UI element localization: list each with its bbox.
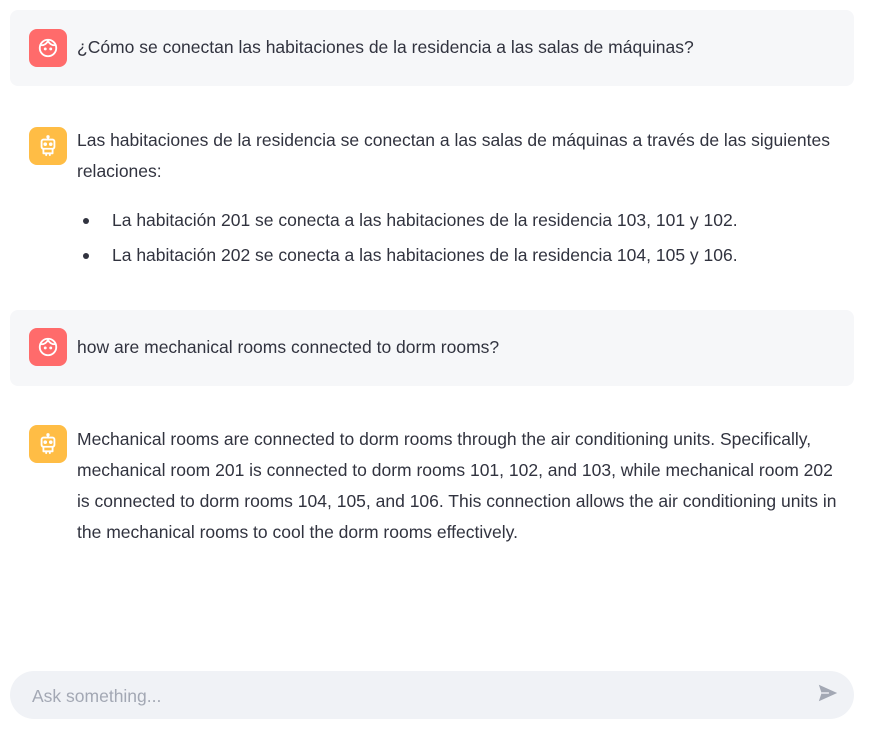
message-text: Mechanical rooms are connected to dorm r…: [77, 424, 844, 548]
user-face-icon: [37, 37, 59, 59]
message-text: Las habitaciones de la residencia se con…: [77, 125, 844, 273]
send-button[interactable]: [816, 683, 840, 707]
chat-page: ¿Cómo se conectan las habitaciones de la…: [0, 0, 872, 738]
message-content: ¿Cómo se conectan las habitaciones de la…: [77, 37, 694, 57]
user-avatar: [29, 328, 67, 366]
message-content: Mechanical rooms are connected to dorm r…: [77, 429, 837, 542]
user-message: how are mechanical rooms connected to do…: [10, 310, 854, 386]
user-message: ¿Cómo se conectan las habitaciones de la…: [10, 10, 854, 86]
message-content: how are mechanical rooms connected to do…: [77, 337, 500, 357]
message-bullet-list: La habitación 201 se conecta a las habit…: [77, 203, 844, 273]
assistant-message: Las habitaciones de la residencia se con…: [10, 110, 854, 280]
assistant-message: Mechanical rooms are connected to dorm r…: [10, 410, 854, 560]
robot-icon: [37, 135, 59, 157]
user-face-icon: [37, 336, 59, 358]
message-content: Las habitaciones de la residencia se con…: [77, 130, 830, 181]
send-icon: [817, 682, 839, 709]
chat-input-bar: [10, 671, 854, 721]
chat-input[interactable]: [30, 671, 804, 721]
assistant-avatar: [29, 425, 67, 463]
robot-icon: [37, 433, 59, 455]
user-avatar: [29, 29, 67, 67]
assistant-avatar: [29, 127, 67, 165]
list-item: La habitación 201 se conecta a las habit…: [77, 203, 844, 238]
message-text: ¿Cómo se conectan las habitaciones de la…: [77, 32, 844, 63]
list-item: La habitación 202 se conecta a las habit…: [77, 238, 844, 273]
message-text: how are mechanical rooms connected to do…: [77, 332, 844, 363]
